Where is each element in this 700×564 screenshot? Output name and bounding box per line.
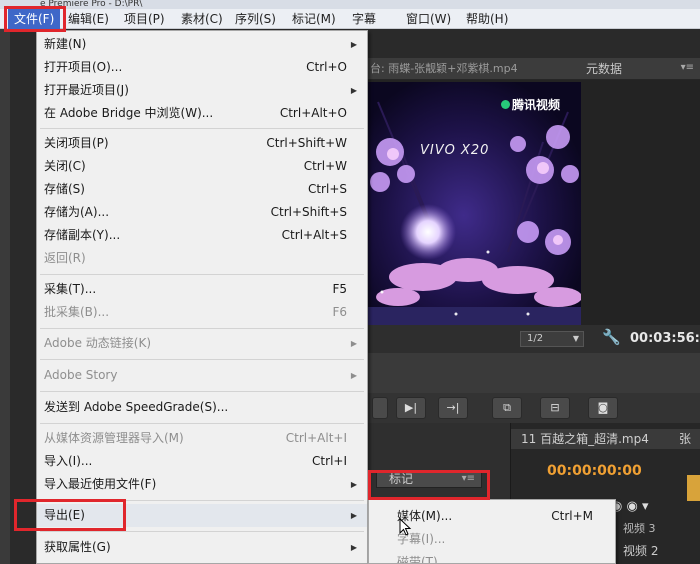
title-bar: e Premiere Pro - D:\PR\	[0, 0, 700, 9]
menu-marker[interactable]: 标记(M)	[292, 9, 336, 29]
eye-icon[interactable]: ◉ ◉ ▾	[611, 499, 648, 514]
menu-separator	[40, 500, 364, 501]
premiere-window: e Premiere Pro - D:\PR\ 文件(F) 编辑(E) 项目(P…	[0, 0, 700, 564]
menu-item-dynamic-link: Adobe 动态链接(K) ▶	[37, 332, 367, 355]
mouse-cursor-icon	[399, 518, 412, 536]
timeline-tab[interactable]: 11 百越之箱_超清.mp4 张	[511, 429, 700, 449]
insert-icon[interactable]: ⧉	[492, 397, 522, 419]
timeline-tab-next: 张	[679, 432, 692, 446]
track-label-video2: 视频 2	[623, 544, 659, 558]
menu-item-import-recent[interactable]: 导入最近使用文件(F) ▶	[37, 473, 367, 496]
overwrite-icon[interactable]: ⊟	[540, 397, 570, 419]
menu-separator	[40, 423, 364, 424]
menu-clip[interactable]: 素材(C)	[181, 9, 223, 29]
menu-separator	[40, 328, 364, 329]
menu-item-new[interactable]: 新建(N) ▶	[37, 33, 367, 56]
menu-help[interactable]: 帮助(H)	[466, 9, 508, 29]
video-logo-text: VIVO X20	[420, 143, 490, 158]
submenu-arrow-icon: ▶	[350, 543, 357, 552]
submenu-arrow-icon: ▶	[350, 480, 357, 489]
camera-icon[interactable]: ◙	[588, 397, 618, 419]
wrench-icon[interactable]: 🔧	[602, 328, 621, 346]
menu-item-export[interactable]: 导出(E) ▶	[37, 504, 367, 527]
menu-item-close-project[interactable]: 关闭项目(P) Ctrl+Shift+W	[37, 132, 367, 155]
menu-project[interactable]: 项目(P)	[124, 9, 165, 29]
monitor-spacer	[368, 353, 700, 393]
menu-title[interactable]: 字幕	[352, 9, 376, 29]
menu-separator	[40, 391, 364, 392]
submenu-arrow-icon: ▶	[350, 339, 357, 348]
menu-edit[interactable]: 编辑(E)	[68, 9, 109, 29]
submenu-item-tape: 磁带(T)...	[397, 555, 450, 564]
menu-item-batch-capture: 批采集(B)... F6	[44, 305, 347, 319]
marker-tab-label: 标记	[389, 472, 414, 486]
timeline-timecode: 00:00:00:00	[547, 463, 642, 479]
left-panel-edge	[0, 29, 10, 564]
zoom-value: 1/2	[527, 333, 544, 344]
menu-item-revert: 返回(R)	[44, 251, 86, 265]
submenu-arrow-icon: ▶	[350, 371, 357, 380]
menu-separator	[40, 359, 364, 360]
monitor-controls: 1/2 ▼ 🔧 00:03:56:1	[368, 325, 700, 353]
panel-menu-icon[interactable]: ▾≡	[681, 62, 694, 73]
step-forward-button[interactable]: →|	[438, 397, 468, 419]
video-watermark: 腾讯视频	[512, 98, 561, 112]
panel-menu-icon: ▾≡	[461, 473, 475, 484]
timeline-clip[interactable]	[687, 475, 700, 501]
menu-item-close[interactable]: 关闭(C) Ctrl+W	[37, 155, 367, 178]
zoom-select[interactable]: 1/2 ▼	[520, 331, 584, 347]
submenu-arrow-icon: ▶	[350, 40, 357, 49]
chevron-down-icon: ▼	[572, 334, 579, 343]
menu-separator	[40, 128, 364, 129]
metadata-tab[interactable]: 元数据	[586, 58, 622, 80]
menu-sequence[interactable]: 序列(S)	[235, 9, 276, 29]
menu-window[interactable]: 窗口(W)	[406, 9, 451, 29]
marker-tab[interactable]: 标记 ▾≡	[376, 470, 482, 488]
submenu-arrow-icon: ▶	[350, 86, 357, 95]
video-frame: 腾讯视频 VIVO X20	[368, 82, 581, 325]
menu-separator	[40, 274, 364, 275]
menu-item-get-properties[interactable]: 获取属性(G) ▶	[37, 536, 367, 559]
menu-item-import[interactable]: 导入(I)... Ctrl+I	[37, 450, 367, 473]
menu-bar: 文件(F) 编辑(E) 项目(P) 素材(C) 序列(S) 标记(M) 字幕 窗…	[0, 9, 700, 29]
menu-file[interactable]: 文件(F)	[8, 9, 61, 29]
menu-item-import-media-browser: 从媒体资源管理器导入(M) Ctrl+Alt+I	[44, 431, 347, 445]
source-timecode: 00:03:56:1	[630, 331, 700, 346]
menu-item-capture[interactable]: 采集(T)... F5	[37, 278, 367, 301]
window-title: e Premiere Pro - D:\PR\	[40, 0, 143, 9]
menu-item-adobe-story: Adobe Story ▶	[37, 364, 367, 387]
menu-item-open-recent[interactable]: 打开最近项目(J) ▶	[37, 79, 367, 102]
track-label-video3: 视频 3	[623, 522, 656, 535]
source-monitor-header: 台: 雨蝶-张靓颖+邓紫棋.mp4 元数据 ▾≡	[368, 58, 700, 80]
step-back-button[interactable]	[372, 397, 388, 419]
menu-item-save[interactable]: 存储(S) Ctrl+S	[37, 178, 367, 201]
play-button[interactable]: ▶|	[396, 397, 426, 419]
submenu-arrow-icon: ▶	[350, 511, 357, 520]
menu-item-save-copy[interactable]: 存储副本(Y)... Ctrl+Alt+S	[37, 224, 367, 247]
video-frame-image	[368, 82, 581, 325]
file-menu: 新建(N) ▶ 打开项目(O)... Ctrl+O 打开最近项目(J) ▶ 在 Ado…	[36, 30, 368, 564]
tencent-video-logo-icon	[501, 100, 510, 109]
menu-item-save-as[interactable]: 存储为(A)... Ctrl+Shift+S	[37, 201, 367, 224]
menu-separator	[40, 531, 364, 532]
transport-controls: ▶| →| ⧉ ⊟ ◙	[368, 393, 700, 423]
menu-item-open-project[interactable]: 打开项目(O)... Ctrl+O	[37, 56, 367, 79]
source-monitor-tab[interactable]: 台: 雨蝶-张靓颖+邓紫棋.mp4	[368, 58, 518, 80]
menu-item-browse-bridge[interactable]: 在 Adobe Bridge 中浏览(W)... Ctrl+Alt+O	[37, 102, 367, 125]
timeline-tab-label: 11 百越之箱_超清.mp4	[521, 432, 649, 446]
menu-item-send-speedgrade[interactable]: 发送到 Adobe SpeedGrade(S)...	[37, 396, 367, 419]
